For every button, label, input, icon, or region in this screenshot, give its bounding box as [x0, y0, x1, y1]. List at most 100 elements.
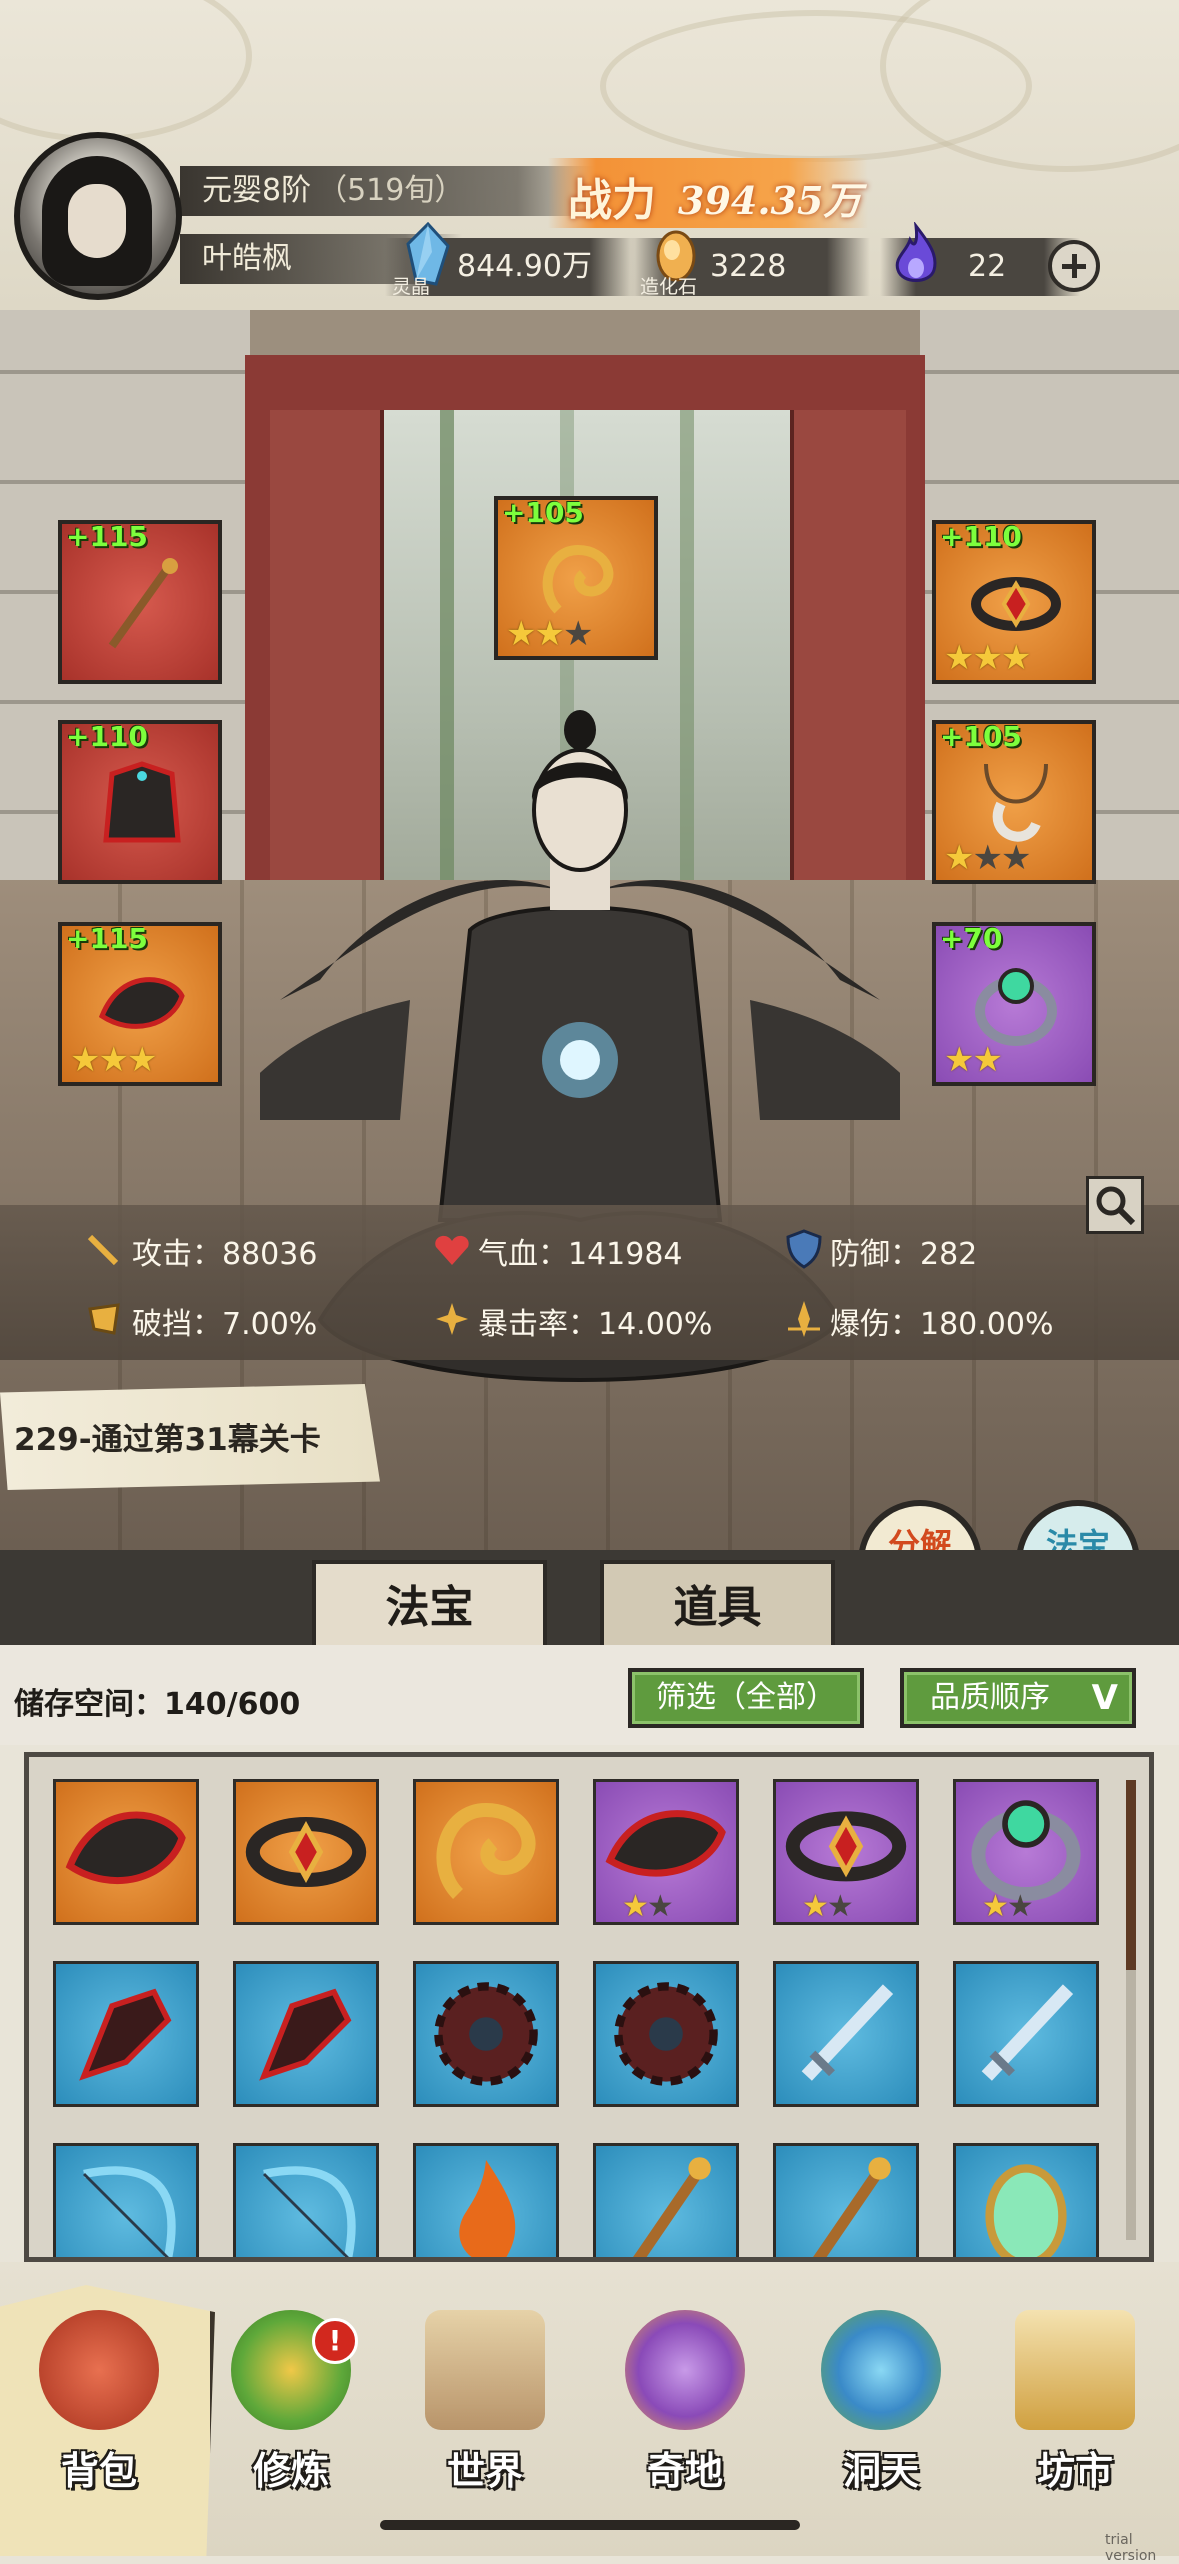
add-resource-button[interactable] [1048, 240, 1100, 292]
player-name: 叶皓枫 [202, 241, 292, 276]
gloves-icon [259, 1988, 352, 2081]
equip-slot-belt[interactable]: +110 ★★★ [932, 520, 1096, 684]
realm-text: 元婴8阶 [202, 173, 312, 208]
inventory-item[interactable] [773, 1961, 919, 2107]
star-rating: ★★ [802, 1889, 854, 1924]
star-rating: ★★ [982, 1889, 1034, 1924]
gloves-icon [79, 1988, 172, 2081]
filter-label: 筛选（全部） [656, 1680, 836, 1715]
nav-beibao[interactable]: 背包 [14, 2300, 184, 2500]
equip-slot-necklace[interactable]: +105 ★★★ [932, 720, 1096, 884]
quest-text: 229-通过第31幕关卡 [14, 1422, 321, 1458]
inventory-item[interactable] [773, 2143, 919, 2257]
equip-slot-weapon[interactable]: +115 [58, 520, 222, 684]
equip-level: +110 [66, 720, 148, 753]
realm-bar: 元婴8阶 （519旬） [180, 166, 602, 216]
inventory-item[interactable] [413, 1779, 559, 1925]
lingjing-value: 844.90万 [457, 249, 592, 284]
belt-icon [245, 1817, 367, 1887]
equip-level: +115 [66, 520, 148, 553]
star-rating: ★★★ [944, 838, 1031, 878]
inventory-grid: ★★ ★★ ★★ [24, 1752, 1154, 2262]
stat-crit: 暴击率：14.00% [478, 1307, 713, 1342]
inventory-item[interactable] [953, 2143, 1099, 2257]
nav-qidi[interactable]: 奇地 [600, 2300, 770, 2500]
heart-icon [435, 1235, 469, 1265]
nav-qidi-label: 奇地 [646, 2448, 723, 2493]
inventory-item[interactable] [953, 1961, 1099, 2107]
storage-capacity: 储存空间：140/600 [14, 1687, 301, 1722]
inventory-item[interactable] [53, 1779, 199, 1925]
shield-icon [786, 1229, 822, 1269]
stat-break: 破挡：7.00% [132, 1307, 318, 1342]
zaohuashi-value: 3228 [710, 249, 787, 284]
stat-attack: 攻击：88036 [132, 1237, 318, 1272]
filter-button[interactable]: 筛选（全部） [628, 1668, 864, 1728]
portal-icon [821, 2310, 941, 2430]
quest-banner[interactable]: 229-通过第31幕关卡 [0, 1384, 380, 1490]
bag-icon [39, 2310, 159, 2430]
star-rating: ★★★ [70, 1040, 157, 1080]
nav-beibao-label: 背包 [60, 2448, 137, 2493]
attack-icon [87, 1234, 119, 1266]
magnify-button[interactable] [1086, 1176, 1144, 1234]
character-scene: +115 +110 +115 ★★★ +105 ★★★ +110 ★★★ +10… [0, 310, 1179, 1550]
staff-icon [108, 558, 178, 649]
stat-hp: 气血：141984 [478, 1237, 683, 1272]
treasure-icon [436, 1802, 536, 1899]
stats-panel: 攻击：88036 气血：141984 防御：282 破挡：7.00% 暴击率：1… [0, 1205, 1179, 1360]
player-avatar[interactable] [14, 132, 182, 300]
inventory-item[interactable] [413, 1961, 559, 2107]
inventory-item[interactable] [593, 2143, 739, 2257]
equip-slot-gloves[interactable]: +115 ★★★ [58, 922, 222, 1086]
star-rating: ★★★ [506, 614, 593, 654]
stat-defense: 防御：282 [830, 1237, 978, 1272]
equip-level: +110 [940, 520, 1022, 553]
equip-slot-armor[interactable]: +110 [58, 720, 222, 884]
equip-slot-treasure[interactable]: +105 ★★★ [494, 496, 658, 660]
inventory-item[interactable] [233, 1961, 379, 2107]
nav-shijie[interactable]: 世界 [400, 2300, 570, 2500]
inventory-item[interactable] [53, 1961, 199, 2107]
combat-power-value: 394.35万 [678, 178, 862, 223]
chevron-down-icon: V [1091, 1678, 1118, 1718]
inventory-scroll-thumb[interactable] [1126, 1780, 1136, 1970]
inventory-item[interactable]: ★★ [953, 1779, 1099, 1925]
sort-dropdown[interactable]: 品质顺序 V [900, 1668, 1136, 1728]
inventory-item[interactable] [233, 1779, 379, 1925]
meditating-hero [260, 710, 900, 1382]
inventory-item[interactable] [413, 2143, 559, 2257]
spirit-value: 22 [968, 249, 1007, 284]
nav-dongtian-label: 洞天 [842, 2448, 919, 2493]
tab-fabao[interactable]: 法宝 [312, 1560, 547, 1652]
star-rating: ★★ [622, 1889, 674, 1924]
tab-bar [0, 1550, 1179, 1645]
shuriken-icon [614, 1982, 718, 2086]
nav-dongtian[interactable]: 洞天 [796, 2300, 966, 2500]
nav-shijie-label: 世界 [446, 2448, 523, 2493]
inventory-item[interactable]: ★★ [593, 1779, 739, 1925]
age-text: （519旬） [317, 173, 465, 208]
crit-damage-icon [788, 1301, 820, 1337]
inventory-item[interactable]: ★★ [773, 1779, 919, 1925]
notification-badge: ! [312, 2318, 358, 2364]
lingjing-label: 灵晶 [392, 276, 431, 298]
home-indicator[interactable] [380, 2520, 800, 2530]
inventory-item[interactable] [53, 2143, 199, 2257]
shuriken-icon [434, 1982, 538, 2086]
sword-icon [981, 1984, 1074, 2081]
gloves-icon [65, 1811, 186, 1884]
stat-crit-damage: 爆伤：180.00% [830, 1307, 1054, 1342]
bow-icon [263, 2166, 356, 2257]
equip-slot-ring[interactable]: +70 ★★ [932, 922, 1096, 1086]
inventory-item[interactable] [233, 2143, 379, 2257]
nav-fangshi[interactable]: 坊市 [990, 2300, 1160, 2500]
top-header: 元婴8阶 （519旬） 叶皓枫 战力 394.35万 844.90万 灵晶 322… [0, 0, 1179, 310]
nav-fangshi-label: 坊市 [1036, 2448, 1113, 2493]
armor-icon [103, 761, 181, 843]
zaohuashi-label: 造化石 [640, 276, 698, 298]
spirit-flame-icon [895, 222, 937, 282]
inventory-item[interactable] [593, 1961, 739, 2107]
staff-icon [633, 2157, 711, 2257]
tab-daoju[interactable]: 道具 [600, 1560, 835, 1652]
